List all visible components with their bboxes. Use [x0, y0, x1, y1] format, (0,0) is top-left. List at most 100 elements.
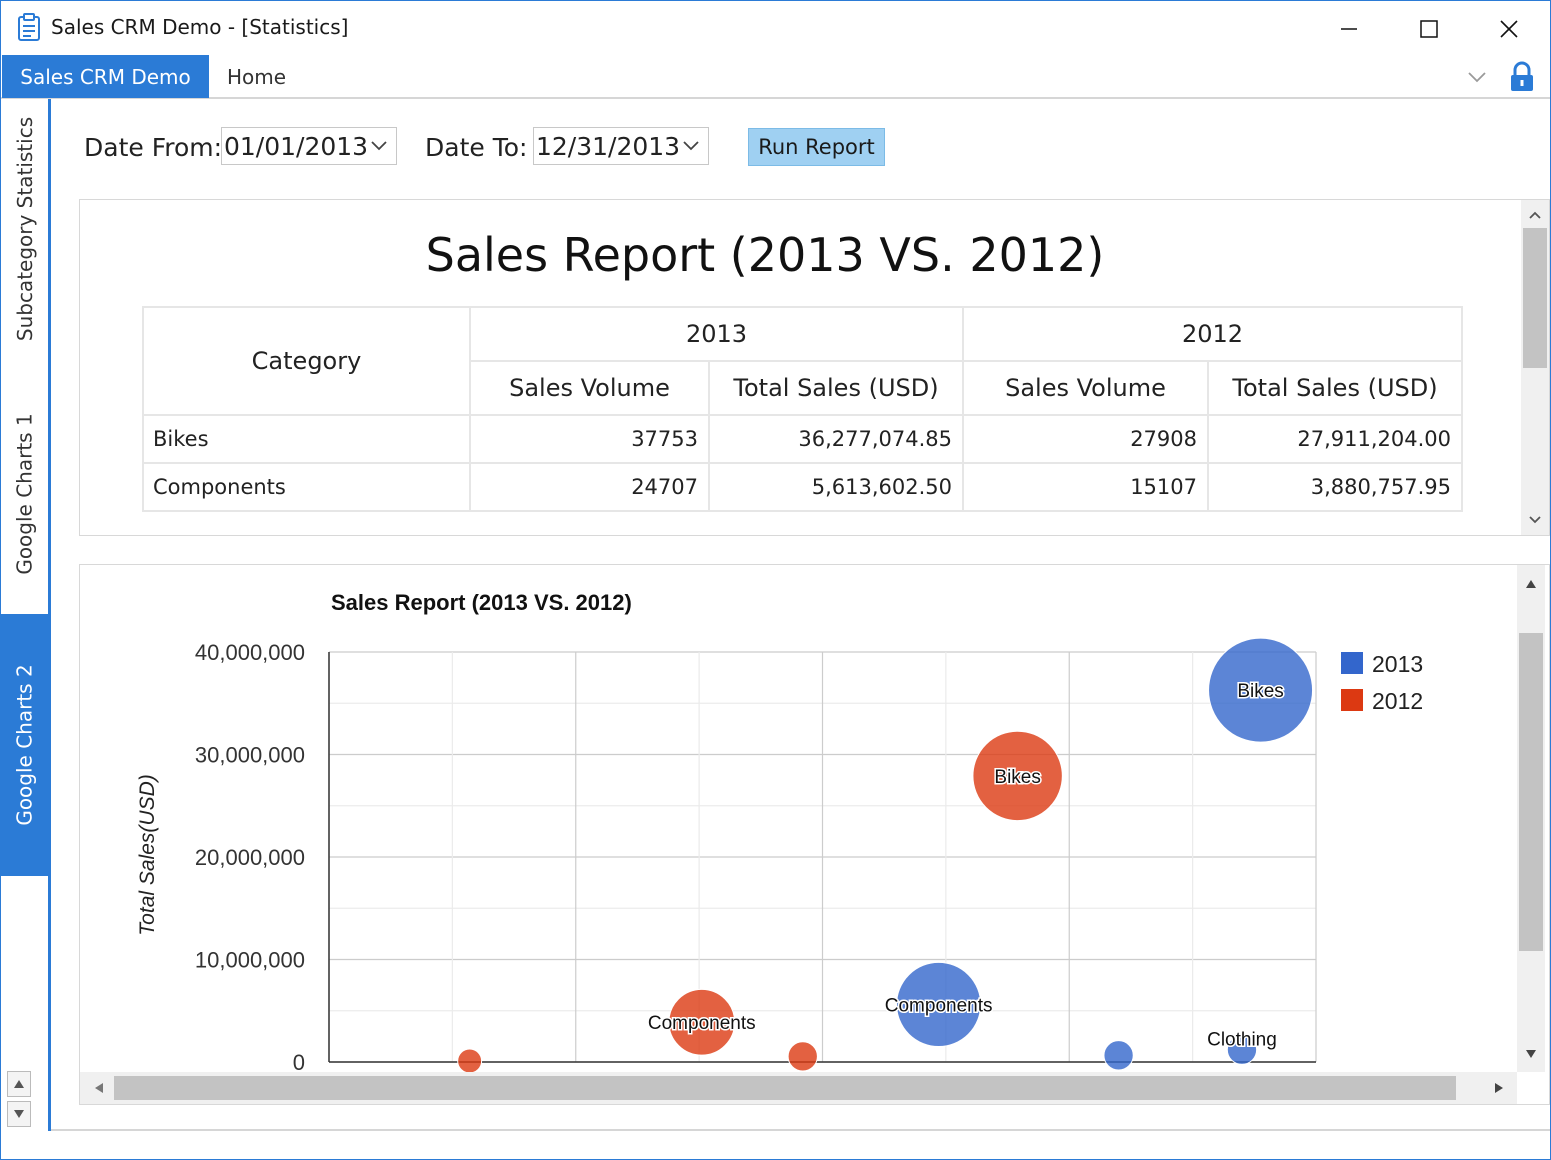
cell-category: Bikes: [142, 414, 471, 464]
table-row: Bikes 37753 36,277,074.85 27908 27,911,2…: [142, 414, 1463, 464]
bubble-point: [787, 1041, 818, 1072]
triangle-down-icon: [1526, 1050, 1536, 1058]
nav-tab-google-charts-1[interactable]: Google Charts 1: [1, 379, 49, 609]
chart-legend: 2013 2012: [1341, 651, 1423, 714]
tab-app-menu[interactable]: Sales CRM Demo: [2, 55, 209, 98]
y-tick-label: 40,000,000: [195, 640, 305, 665]
bubble-point: [1103, 1040, 1134, 1071]
report-panel: Sales Report (2013 VS. 2012) Category 20…: [79, 199, 1550, 536]
nav-scroll-down-button[interactable]: [7, 1101, 31, 1127]
bubble-chart: Sales Report (2013 VS. 2012) Total Sales…: [136, 590, 1423, 1072]
scroll-down-button[interactable]: [1517, 1041, 1545, 1067]
minimize-icon: [1341, 28, 1357, 30]
table-row: Components 24707 5,613,602.50 15107 3,88…: [142, 462, 1463, 512]
report-table: Category 2013 2012 Sales Volume Total Sa…: [142, 306, 1463, 512]
cell-volume-2013: 37753: [469, 414, 710, 464]
cell-sales-2012: 27,911,204.00: [1207, 414, 1463, 464]
triangle-right-icon: [1495, 1083, 1503, 1093]
date-from-picker[interactable]: 01/01/2013: [221, 127, 397, 165]
chart-horizontal-scrollbar[interactable]: [80, 1072, 1517, 1104]
nav-tab-label: Subcategory Statistics: [13, 116, 37, 342]
run-report-button[interactable]: Run Report: [748, 128, 885, 166]
maximize-icon: [1420, 20, 1438, 38]
date-from-label: Date From:: [84, 133, 223, 162]
bubble-label: Bikes: [1237, 681, 1283, 702]
header-sales-volume: Sales Volume: [962, 360, 1209, 416]
ribbon-bar: Sales CRM Demo Home: [1, 55, 1550, 99]
table-header-row: Category 2013 2012: [142, 306, 1463, 416]
left-nav: Subcategory Statistics Google Charts 1 G…: [1, 99, 51, 1131]
header-total-sales: Total Sales (USD): [1207, 360, 1463, 416]
header-sales-volume: Sales Volume: [469, 360, 710, 416]
scroll-right-button[interactable]: [1486, 1076, 1512, 1100]
cell-sales-2012: 3,880,757.95: [1207, 462, 1463, 512]
legend-swatch: [1341, 689, 1363, 711]
cell-volume-2013: 24707: [469, 462, 710, 512]
y-axis-label: Total Sales(USD): [136, 774, 159, 935]
legend-label: 2012: [1372, 688, 1423, 714]
minimize-button[interactable]: [1319, 7, 1379, 51]
nav-tab-google-charts-2[interactable]: Google Charts 2: [1, 614, 49, 876]
chart-vertical-scrollbar[interactable]: [1517, 565, 1545, 1072]
y-tick-label: 10,000,000: [195, 948, 305, 973]
cell-volume-2012: 15107: [962, 462, 1209, 512]
bubble-label: Clothing: [1207, 1030, 1277, 1051]
date-to-picker[interactable]: 12/31/2013: [533, 127, 709, 165]
app-window: Sales CRM Demo - [Statistics] Sales CRM …: [0, 0, 1551, 1160]
nav-tab-label: Google Charts 1: [13, 413, 38, 575]
chevron-down-icon: [1529, 516, 1541, 524]
nav-scroll-up-button[interactable]: [7, 1071, 31, 1097]
close-button[interactable]: [1479, 7, 1539, 51]
bubble-label: Bikes: [994, 767, 1040, 788]
scroll-left-button[interactable]: [86, 1076, 112, 1100]
clipboard-icon: [18, 13, 40, 41]
header-total-sales: Total Sales (USD): [708, 360, 964, 416]
window-title: Sales CRM Demo - [Statistics]: [51, 15, 349, 39]
nav-tab-subcategory-statistics[interactable]: Subcategory Statistics: [1, 99, 49, 359]
chevron-up-icon: [1529, 211, 1541, 219]
scroll-up-button[interactable]: [1521, 202, 1549, 228]
bubble-label: Components: [648, 1013, 756, 1034]
scroll-down-button[interactable]: [1521, 507, 1549, 533]
chevron-down-icon: [683, 141, 699, 151]
triangle-down-icon: [14, 1110, 24, 1118]
cell-volume-2012: 27908: [962, 414, 1209, 464]
scroll-thumb[interactable]: [114, 1076, 1456, 1100]
date-to-label: Date To:: [425, 133, 528, 162]
cell-sales-2013: 36,277,074.85: [708, 414, 964, 464]
tab-home[interactable]: Home: [227, 65, 286, 89]
scroll-thumb[interactable]: [1519, 633, 1543, 951]
triangle-up-icon: [14, 1080, 24, 1088]
chart-title: Sales Report (2013 VS. 2012): [331, 590, 632, 615]
chevron-down-icon[interactable]: [1465, 67, 1489, 87]
scroll-thumb[interactable]: [1523, 228, 1547, 368]
chart-panel: Sales Report (2013 VS. 2012) Total Sales…: [79, 564, 1550, 1105]
y-tick-label: 0: [293, 1050, 305, 1072]
date-to-value: 12/31/2013: [536, 132, 681, 161]
scroll-up-button[interactable]: [1517, 571, 1545, 597]
nav-tab-label: Google Charts 2: [13, 664, 38, 826]
date-from-value: 01/01/2013: [224, 132, 369, 161]
chevron-down-icon: [371, 141, 387, 151]
header-year-2013: 2013: [469, 306, 964, 362]
header-category: Category: [142, 306, 471, 416]
status-divider: [51, 1129, 1550, 1131]
title-bar: Sales CRM Demo - [Statistics]: [1, 1, 1550, 55]
bubble-point: [457, 1048, 483, 1072]
triangle-left-icon: [95, 1083, 103, 1093]
legend-label: 2013: [1372, 651, 1423, 677]
y-axis-ticks: 0 10,000,000 20,000,000 30,000,000 40,000,00…: [195, 640, 305, 1072]
triangle-up-icon: [1526, 580, 1536, 588]
maximize-button[interactable]: [1399, 7, 1459, 51]
y-tick-label: 30,000,000: [195, 743, 305, 768]
legend-swatch: [1341, 652, 1363, 674]
lock-icon[interactable]: [1507, 61, 1537, 93]
report-vertical-scrollbar[interactable]: [1521, 200, 1549, 535]
chart-grid: [328, 651, 1317, 1063]
header-year-2012: 2012: [962, 306, 1463, 362]
close-icon: [1500, 20, 1518, 38]
cell-sales-2013: 5,613,602.50: [708, 462, 964, 512]
report-title: Sales Report (2013 VS. 2012): [425, 228, 1105, 282]
y-tick-label: 20,000,000: [195, 845, 305, 870]
cell-category: Components: [142, 462, 471, 512]
